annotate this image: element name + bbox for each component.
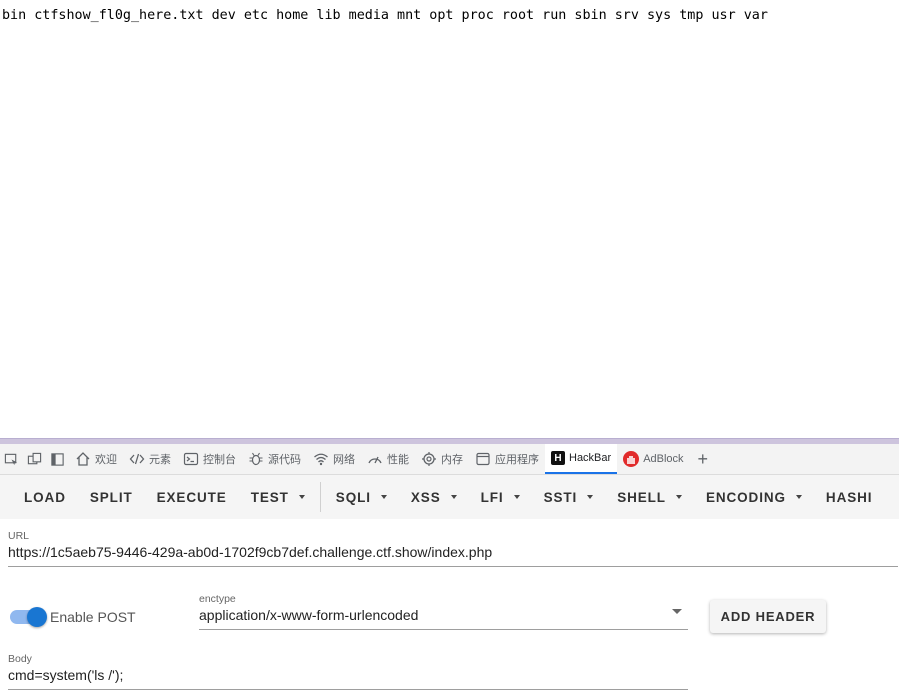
bug-icon — [249, 452, 263, 466]
url-input[interactable]: https://1c5aeb75-9446-429a-ab0d-1702f9cb… — [8, 544, 898, 560]
tab-elements[interactable]: 元素 — [123, 444, 177, 474]
tab-console[interactable]: 控制台 — [177, 444, 242, 474]
dropdown-caret-icon — [298, 495, 305, 499]
lfi-menu[interactable]: LFI — [469, 475, 532, 519]
dock-side-icon[interactable] — [46, 444, 69, 474]
tab-label: AdBlock — [643, 453, 684, 465]
sqli-menu[interactable]: SQLI — [324, 475, 399, 519]
tab-label: 源代码 — [268, 454, 301, 466]
tab-application[interactable]: 应用程序 — [469, 444, 545, 474]
encoding-menu[interactable]: ENCODING — [694, 475, 814, 519]
body-input[interactable]: cmd=system('ls /'); — [8, 667, 688, 683]
enctype-underline — [199, 629, 688, 630]
chip-icon — [422, 452, 436, 466]
application-icon — [476, 452, 490, 466]
shell-menu[interactable]: SHELL — [605, 475, 694, 519]
test-menu[interactable]: TEST — [239, 475, 317, 519]
tab-hackbar[interactable]: H HackBar — [545, 444, 618, 474]
wifi-icon — [314, 453, 328, 466]
dropdown-caret-icon — [380, 495, 387, 499]
tab-label: 元素 — [149, 454, 171, 466]
url-label: URL — [8, 530, 30, 542]
load-button[interactable]: LOAD — [0, 475, 78, 519]
device-emulation-icon[interactable] — [23, 444, 46, 474]
chevron-down-icon — [672, 609, 682, 614]
gauge-icon — [368, 456, 382, 464]
split-button[interactable]: SPLIT — [78, 475, 145, 519]
execute-button[interactable]: EXECUTE — [145, 475, 239, 519]
body-underline — [8, 689, 688, 690]
console-icon — [183, 452, 199, 466]
enable-post-toggle[interactable] — [10, 607, 47, 627]
body-label: Body — [8, 653, 32, 665]
ssti-menu[interactable]: SSTI — [532, 475, 606, 519]
hackbar-logo-icon: H — [551, 451, 565, 465]
enctype-select[interactable]: enctype application/x-www-form-urlencode… — [199, 593, 688, 630]
tab-memory[interactable]: 内存 — [415, 444, 469, 474]
dropdown-caret-icon — [513, 495, 520, 499]
home-icon — [76, 452, 90, 466]
url-field[interactable]: URL https://1c5aeb75-9446-429a-ab0d-1702… — [8, 530, 898, 567]
devtools-tab-bar: 欢迎 元素 控制台 源代码 网络 性能 内存 应用程序 H HackBar Ad… — [0, 444, 899, 475]
tab-adblock[interactable]: AdBlock — [617, 444, 689, 474]
inspect-icon[interactable] — [0, 444, 23, 474]
code-icon — [129, 453, 145, 465]
tab-label: 欢迎 — [95, 454, 117, 466]
dropdown-caret-icon — [795, 495, 802, 499]
tab-performance[interactable]: 性能 — [361, 444, 415, 474]
enctype-value: application/x-www-form-urlencoded — [199, 607, 419, 623]
tab-label: HackBar — [569, 452, 612, 464]
add-header-button[interactable]: ADD HEADER — [710, 600, 826, 633]
tab-welcome[interactable]: 欢迎 — [69, 444, 123, 474]
hashing-menu[interactable]: HASHI — [814, 475, 885, 519]
dropdown-caret-icon — [450, 495, 457, 499]
tab-label: 性能 — [387, 454, 409, 466]
xss-menu[interactable]: XSS — [399, 475, 469, 519]
devtools-panel: 欢迎 元素 控制台 源代码 网络 性能 内存 应用程序 H HackBar Ad… — [0, 438, 899, 697]
toggle-knob — [27, 607, 47, 627]
page-output-text: bin ctfshow_fl0g_here.txt dev etc home l… — [2, 8, 768, 23]
tab-label: 应用程序 — [495, 454, 539, 466]
dropdown-caret-icon — [675, 495, 682, 499]
dropdown-caret-icon — [587, 495, 594, 499]
adblock-hand-icon — [623, 451, 640, 467]
toolbar-divider — [319, 482, 321, 512]
tab-label: 网络 — [333, 454, 355, 466]
tab-label: 内存 — [441, 454, 463, 466]
body-field[interactable]: Body cmd=system('ls /'); — [8, 653, 688, 690]
enctype-label: enctype — [199, 593, 236, 605]
tab-label: 控制台 — [203, 454, 236, 466]
enable-post-label: Enable POST — [50, 609, 136, 625]
tab-sources[interactable]: 源代码 — [242, 444, 307, 474]
add-tab-plus-icon[interactable]: + — [690, 449, 717, 470]
url-underline — [8, 566, 898, 567]
tab-network[interactable]: 网络 — [307, 444, 361, 474]
hackbar-toolbar: LOAD SPLIT EXECUTE TEST SQLI XSS LFI SST… — [0, 475, 899, 519]
